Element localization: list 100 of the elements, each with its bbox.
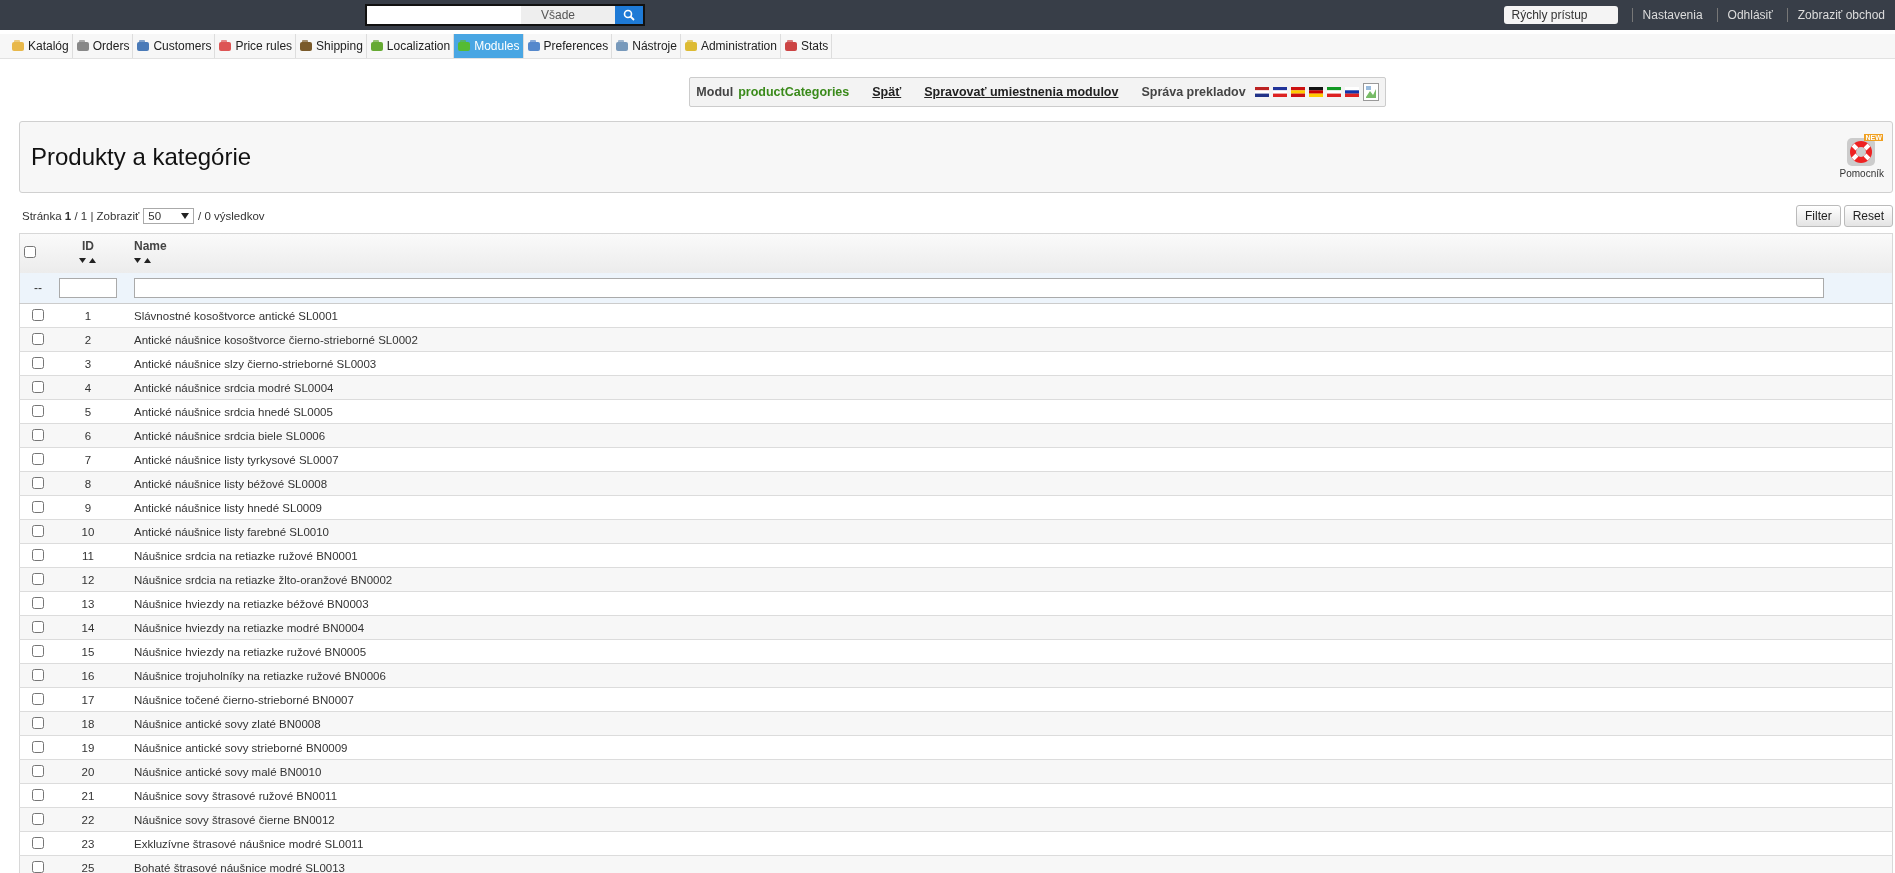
table-cell: Náušnice srdcia na retiazke žlto-oranžové BN0002 bbox=[134, 573, 393, 586]
table-cell: Antické náušnice srdcia hnedé SL0005 bbox=[134, 405, 333, 418]
table-cell: 18 bbox=[81, 717, 95, 730]
tab-icon bbox=[136, 39, 151, 53]
tab-icon bbox=[218, 39, 233, 53]
search-scope-select[interactable]: Všade bbox=[520, 6, 615, 24]
row-checkbox[interactable] bbox=[32, 740, 44, 753]
flag-icon[interactable] bbox=[1308, 87, 1323, 97]
filter-marker: -- bbox=[34, 280, 42, 295]
table-cell: 9 bbox=[84, 501, 92, 514]
table-cell: Antické náušnice listy tyrkysové SL0007 bbox=[134, 453, 339, 466]
row-checkbox[interactable] bbox=[32, 356, 44, 369]
menu-tab[interactable]: Price rules bbox=[215, 34, 297, 58]
column-header[interactable]: ID bbox=[53, 239, 123, 254]
table-cell: Náušnice trojuholníky na retiazke ružové BN0006 bbox=[134, 669, 386, 682]
id-filter-field[interactable] bbox=[59, 277, 117, 298]
row-checkbox[interactable] bbox=[32, 548, 44, 561]
column-header[interactable]: Name bbox=[134, 239, 1891, 254]
table-cell: 8 bbox=[84, 477, 92, 490]
header-link[interactable]: Odhlásiť bbox=[1716, 8, 1773, 22]
tab-icon bbox=[526, 39, 541, 53]
row-checkbox[interactable] bbox=[32, 812, 44, 825]
table-cell: Náušnice sovy štrasové čierne BN0012 bbox=[134, 813, 335, 826]
sort-arrows-icon[interactable] bbox=[79, 257, 97, 265]
row-checkbox[interactable] bbox=[32, 836, 44, 849]
tab-icon bbox=[299, 39, 314, 53]
menu-tab[interactable]: Orders bbox=[72, 34, 134, 58]
module-label: Modul bbox=[696, 85, 734, 99]
header-link[interactable]: Nastavenia bbox=[1631, 8, 1703, 22]
table-cell: 17 bbox=[81, 693, 95, 706]
table-cell: Náušnice hviezdy na retiazke modré BN0004 bbox=[134, 621, 365, 634]
menu-tab[interactable]: Customers bbox=[133, 34, 216, 58]
back-link[interactable]: Späť bbox=[872, 85, 902, 99]
menu-tab[interactable]: Administration bbox=[680, 34, 781, 58]
row-checkbox[interactable] bbox=[32, 788, 44, 801]
caret-icon bbox=[181, 213, 190, 219]
table-cell: Antické náušnice kosoštvorce čierno-strieborné SL0002 bbox=[134, 333, 418, 346]
table-cell: 15 bbox=[81, 645, 95, 658]
table-cell: 22 bbox=[81, 813, 95, 826]
row-checkbox[interactable] bbox=[32, 524, 44, 537]
table-cell: Antické náušnice listy farebné SL0010 bbox=[134, 525, 329, 538]
table-cell: Antické náušnice slzy čierno-strieborné SL0003 bbox=[134, 357, 377, 370]
per-page-select[interactable]: 50 bbox=[143, 208, 195, 224]
action-button[interactable]: Reset bbox=[1843, 205, 1893, 227]
table-cell: Náušnice sovy štrasové ružové BN0011 bbox=[134, 789, 338, 802]
tab-icon bbox=[75, 39, 90, 53]
pagination-text: Stránka 1 / 1 | Zobraziť bbox=[22, 210, 140, 222]
table-cell: Náušnice antické sovy malé BN0010 bbox=[134, 765, 322, 778]
results-count: / 0 výsledkov bbox=[198, 210, 265, 222]
flag-icon[interactable] bbox=[1344, 87, 1359, 97]
row-checkbox[interactable] bbox=[32, 404, 44, 417]
menu-tab[interactable]: Stats bbox=[780, 34, 833, 58]
table-cell: Bohaté štrasové náušnice modré SL0013 bbox=[134, 861, 345, 873]
select-all-checkbox[interactable] bbox=[24, 245, 36, 258]
flag-icon[interactable] bbox=[1272, 87, 1287, 97]
row-checkbox[interactable] bbox=[32, 452, 44, 465]
table-cell: 5 bbox=[84, 405, 92, 418]
row-checkbox[interactable] bbox=[32, 380, 44, 393]
row-checkbox[interactable] bbox=[32, 620, 44, 633]
row-checkbox[interactable] bbox=[32, 500, 44, 513]
row-checkbox[interactable] bbox=[32, 716, 44, 729]
row-checkbox[interactable] bbox=[32, 428, 44, 441]
table-cell: 23 bbox=[81, 837, 95, 850]
menu-tab[interactable]: Preferences bbox=[523, 34, 613, 58]
row-checkbox[interactable] bbox=[32, 644, 44, 657]
module-name: productCategories bbox=[738, 85, 850, 99]
table-cell: Náušnice hviezdy na retiazke ružové BN0005 bbox=[134, 645, 367, 658]
row-checkbox[interactable] bbox=[32, 764, 44, 777]
menu-tab[interactable]: Nástroje bbox=[612, 34, 681, 58]
menu-tab[interactable]: Katalóg bbox=[8, 34, 73, 58]
table-cell: 4 bbox=[84, 381, 92, 394]
search-icon bbox=[623, 9, 635, 21]
table-cell: Náušnice srdcia na retiazke ružové BN0001 bbox=[134, 549, 358, 562]
table-cell: 6 bbox=[84, 429, 92, 442]
row-checkbox[interactable] bbox=[32, 692, 44, 705]
search-field[interactable]: Všade bbox=[365, 4, 645, 26]
tab-icon bbox=[783, 39, 798, 53]
sort-arrows-icon[interactable] bbox=[134, 257, 152, 265]
table-cell: 14 bbox=[81, 621, 95, 634]
row-checkbox[interactable] bbox=[32, 476, 44, 489]
table-cell: Antické náušnice srdcia biele SL0006 bbox=[134, 429, 326, 442]
row-checkbox[interactable] bbox=[32, 332, 44, 345]
table-cell: 19 bbox=[81, 741, 95, 754]
header-link[interactable]: Zobraziť obchod bbox=[1786, 8, 1885, 22]
row-checkbox[interactable] bbox=[32, 308, 44, 321]
row-checkbox[interactable] bbox=[32, 860, 44, 873]
module-positions-link[interactable]: Spravovať umiestnenia modulov bbox=[924, 85, 1119, 99]
table-cell: 10 bbox=[81, 525, 95, 538]
menu-tab[interactable]: Shipping bbox=[296, 34, 367, 58]
search-button[interactable] bbox=[615, 6, 643, 24]
quick-access-select[interactable]: Rýchly prístup bbox=[1503, 6, 1618, 24]
row-checkbox[interactable] bbox=[32, 668, 44, 681]
action-button[interactable]: Filter bbox=[1795, 205, 1841, 227]
table-cell: Exkluzívne štrasové náušnice modré SL0011 bbox=[134, 837, 364, 850]
row-checkbox[interactable] bbox=[32, 596, 44, 609]
table-cell: 13 bbox=[81, 597, 95, 610]
flag-icon[interactable] bbox=[1254, 87, 1269, 97]
row-checkbox[interactable] bbox=[32, 572, 44, 585]
name-filter-field[interactable] bbox=[134, 277, 1824, 298]
tab-icon bbox=[369, 39, 384, 53]
